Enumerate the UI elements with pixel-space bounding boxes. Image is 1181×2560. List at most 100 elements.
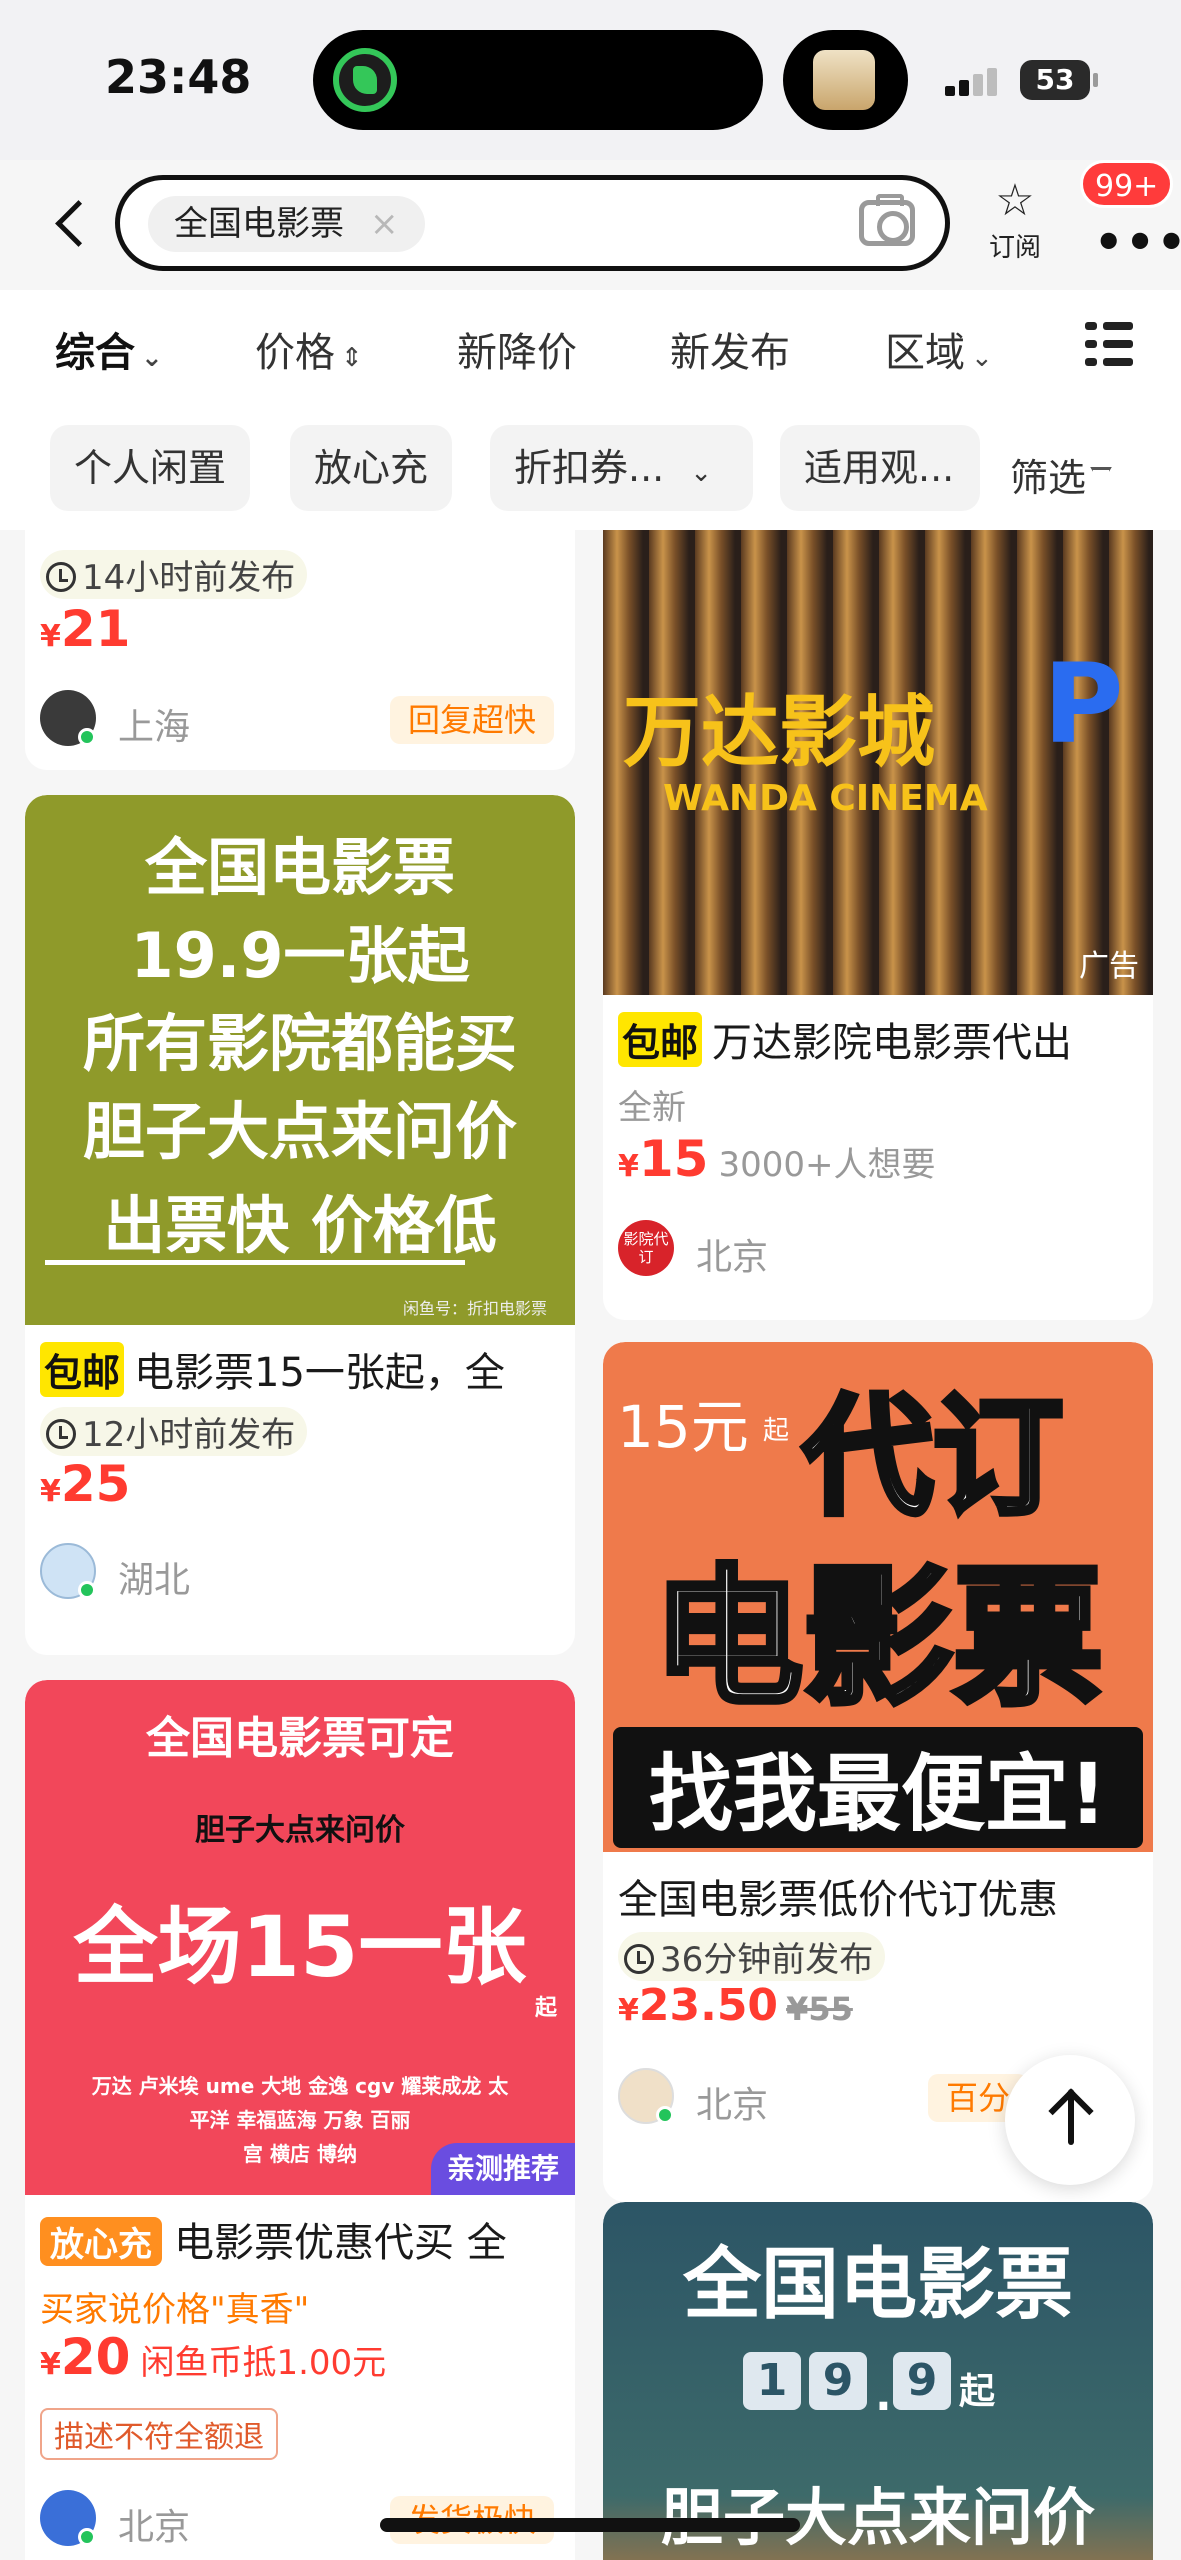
price-value: 20 [60,2328,131,2386]
filter-discount-coupon[interactable]: 折扣券... ⌄ [490,425,753,511]
seller-location: 北京 [696,2085,769,2126]
camera-icon[interactable] [859,194,915,246]
poster-underline [45,1260,465,1265]
tab-label: 新发布 [670,330,790,376]
digit-tile: . [875,2370,892,2421]
product-card[interactable]: 全国电影票 1 9 . 9 起 胆子大点来问价 [603,2202,1153,2560]
chevron-down-icon: ⌄ [971,343,993,373]
sort-bar: 综合 ⌄ 价格 ⇕ 新降价 新发布 区域 ⌄ [0,290,1181,405]
poster-line: 全国电影票 [682,2240,1073,2330]
poster-title: 万达影城 [623,688,936,778]
price-digits: 1 9 . 9 起 [743,2352,1043,2421]
product-card[interactable]: 万达影城 WANDA CINEMA P 广告 包邮 万达影院电影票代出 全新 ¥1… [603,530,1153,1320]
filter-bar: 个人闲置 放心充 折扣券... ⌄ 适用观... 筛选 [0,405,1181,530]
product-card[interactable]: 全国电影票可定 胆子大点来问价 全场15一张 起 万达 卢米埃 ume 大地 金… [25,1680,575,2560]
poster-line: 全场15一张 [73,1898,527,1996]
clock-icon [46,1419,76,1449]
price: ¥15 3000+人想要 [618,1130,936,1188]
search-query-chip[interactable]: 全国电影票 × [148,196,425,252]
brand-letter: P [1043,640,1124,768]
product-title: 全国电影票低价代订优惠 [618,1877,1058,1923]
online-indicator [78,2528,96,2546]
sort-toggle-icon: ⇕ [341,343,363,373]
signal-icon [945,64,1005,96]
price-value: 25 [60,1455,131,1513]
tab-region[interactable]: 区域 ⌄ [885,320,993,378]
time-text: 36分钟前发布 [660,1940,874,1980]
title-text: 电影票优惠代买 全 [174,2220,507,2266]
filter-button[interactable]: 筛选 [1010,447,1113,502]
price: ¥23.50 ¥55 [618,1980,853,2031]
poster-line: 找我最便宜! [613,1727,1143,1848]
screen: 23:48 53 全国电影票 × ☆ 订阅 99+ ••• 综合 ⌄ 价格 ⇕ 新降价 [0,0,1181,2560]
product-image: 全国电影票可定 胆子大点来问价 全场15一张 起 万达 卢米埃 ume 大地 金… [25,1680,575,2195]
ad-label: 广告 [1079,949,1139,984]
filter-label: 筛选 [1010,456,1087,500]
status-bar: 23:48 53 [0,0,1181,160]
clear-icon[interactable]: × [370,204,399,244]
seller-avatar[interactable]: 影院代订 [618,1220,674,1276]
product-image: 全国电影票 1 9 . 9 起 胆子大点来问价 [603,2202,1153,2560]
guarantee-tag: 描述不符全额退 [40,2408,278,2460]
poster-line: 代订 [800,1378,1066,1536]
online-indicator [78,1581,96,1599]
tab-price-drop[interactable]: 新降价 [457,320,577,378]
price-value: 21 [60,600,131,658]
product-feed: 14小时前发布 ¥21 上海 回复超快 全国电影票 19.9一张起 所有影院都能… [0,530,1181,2560]
star-icon: ☆ [995,175,1035,226]
filter-personal-idle[interactable]: 个人闲置 [50,425,251,511]
poster-line: 起 [763,1416,790,1446]
poster-line: 出票快 价格低 [103,1189,497,1262]
clock-icon [624,1944,654,1974]
tab-label: 综合 [55,330,135,376]
service-tag: 回复超快 [390,696,555,744]
list-view-icon[interactable] [1085,318,1133,370]
more-button[interactable]: 99+ ••• [1080,160,1181,269]
product-title: 包邮 电影票15一张起，全 [40,1340,505,1398]
product-image: 全国电影票 19.9一张起 所有影院都能买 胆子大点来问价 出票快 价格低 闲鱼… [25,795,575,1325]
filter-safe-recharge[interactable]: 放心充 [290,425,453,511]
free-shipping-tag: 包邮 [618,1012,703,1067]
tab-comprehensive[interactable]: 综合 ⌄ [55,320,163,378]
tab-newest[interactable]: 新发布 [670,320,790,378]
subscribe-button[interactable]: ☆ 订阅 [980,175,1050,275]
clock-icon [46,562,76,592]
buyer-highlight: 买家说价格"真香" [40,2290,310,2330]
seller-location: 北京 [696,1237,769,1278]
product-title: 包邮 万达影院电影票代出 [618,1010,1072,1068]
publish-time: 14小时前发布 [40,550,308,599]
title-text: 电影票15一张起，全 [134,1350,505,1396]
want-count: 3000+人想要 [718,1145,936,1185]
poster-line: 19.9一张起 [130,919,470,992]
online-indicator [656,2106,674,2124]
back-icon[interactable] [50,195,90,255]
seller-location: 北京 [118,2507,191,2548]
more-icon: ••• [1094,215,1181,269]
subscribe-label: 订阅 [988,233,1041,263]
search-query-text: 全国电影票 [174,204,344,244]
recommend-badge: 亲测推荐 [430,2143,575,2195]
search-input[interactable]: 全国电影票 × [115,175,950,271]
poster-line: 胆子大点来问价 [82,1095,517,1168]
tab-label: 价格 [255,330,335,376]
battery-icon: 53 [1020,60,1098,100]
filter-applicable[interactable]: 适用观... [780,425,980,511]
digit-tile: 9 [809,2352,867,2410]
tab-price[interactable]: 价格 ⇕ [255,320,363,378]
time-text: 14小时前发布 [82,558,296,598]
poster-line: 所有影院都能买 [82,1007,517,1080]
back-to-top-button[interactable] [1005,2055,1135,2185]
product-card[interactable]: 全国电影票 19.9一张起 所有影院都能买 胆子大点来问价 出票快 价格低 闲鱼… [25,795,575,1655]
home-indicator[interactable] [380,2518,800,2532]
chevron-down-icon: ⌄ [690,458,713,488]
dynamic-island [313,30,763,130]
product-card[interactable]: 14小时前发布 ¥21 上海 回复超快 [25,530,575,770]
product-image: 万达影城 WANDA CINEMA P 广告 [603,530,1153,995]
digit-tile: 9 [893,2352,951,2410]
poster-line: 15元 [617,1393,749,1461]
publish-time: 36分钟前发布 [618,1932,886,1981]
publish-time: 12小时前发布 [40,1407,308,1456]
funnel-icon [1090,466,1113,495]
media-thumbnail-icon [813,50,875,110]
free-shipping-tag: 包邮 [40,1342,125,1397]
